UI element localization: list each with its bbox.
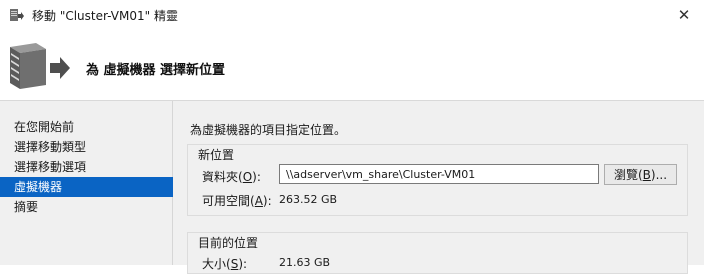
browse-button[interactable]: 瀏覽(B)... bbox=[604, 164, 677, 185]
step-before-you-begin[interactable]: 在您開始前 bbox=[0, 117, 172, 137]
size-label: 大小(S): bbox=[202, 257, 248, 271]
current-location-group: 目前的位置 大小(S): 21.63 GB bbox=[187, 232, 688, 274]
step-move-options[interactable]: 選擇移動選項 bbox=[0, 157, 172, 177]
wizard-steps-sidebar: 在您開始前 選擇移動類型 選擇移動選項 虛擬機器 摘要 bbox=[0, 101, 173, 265]
size-value: 21.63 GB bbox=[279, 256, 331, 269]
folder-path-input[interactable] bbox=[279, 164, 599, 184]
step-virtual-machine[interactable]: 虛擬機器 bbox=[0, 177, 173, 197]
new-location-group: 新位置 資料夾(O): 瀏覽(B)... 可用空間(A): 263.52 GB bbox=[187, 144, 688, 216]
main-panel: 為虛擬機器的項目指定位置。 新位置 資料夾(O): 瀏覽(B)... 可用空間(… bbox=[173, 101, 704, 274]
close-icon: ✕ bbox=[677, 6, 691, 24]
window-title: 移動 "Cluster-VM01" 精靈 bbox=[32, 9, 178, 23]
instruction-text: 為虛擬機器的項目指定位置。 bbox=[190, 123, 347, 137]
move-wizard-app-icon bbox=[10, 9, 24, 21]
step-move-type[interactable]: 選擇移動類型 bbox=[0, 137, 172, 157]
close-button[interactable]: ✕ bbox=[664, 0, 704, 30]
wizard-header: 為 虛擬機器 選擇新位置 bbox=[0, 30, 704, 100]
title-bar: 移動 "Cluster-VM01" 精靈 ✕ bbox=[0, 0, 704, 30]
step-summary[interactable]: 摘要 bbox=[0, 197, 172, 217]
current-location-legend: 目前的位置 bbox=[198, 236, 259, 250]
new-location-legend: 新位置 bbox=[198, 148, 235, 162]
wizard-page-title: 為 虛擬機器 選擇新位置 bbox=[86, 63, 226, 78]
folder-label: 資料夾(O): bbox=[202, 170, 261, 184]
free-space-label: 可用空間(A): bbox=[202, 194, 272, 208]
free-space-value: 263.52 GB bbox=[279, 193, 338, 206]
server-move-icon bbox=[10, 43, 70, 89]
